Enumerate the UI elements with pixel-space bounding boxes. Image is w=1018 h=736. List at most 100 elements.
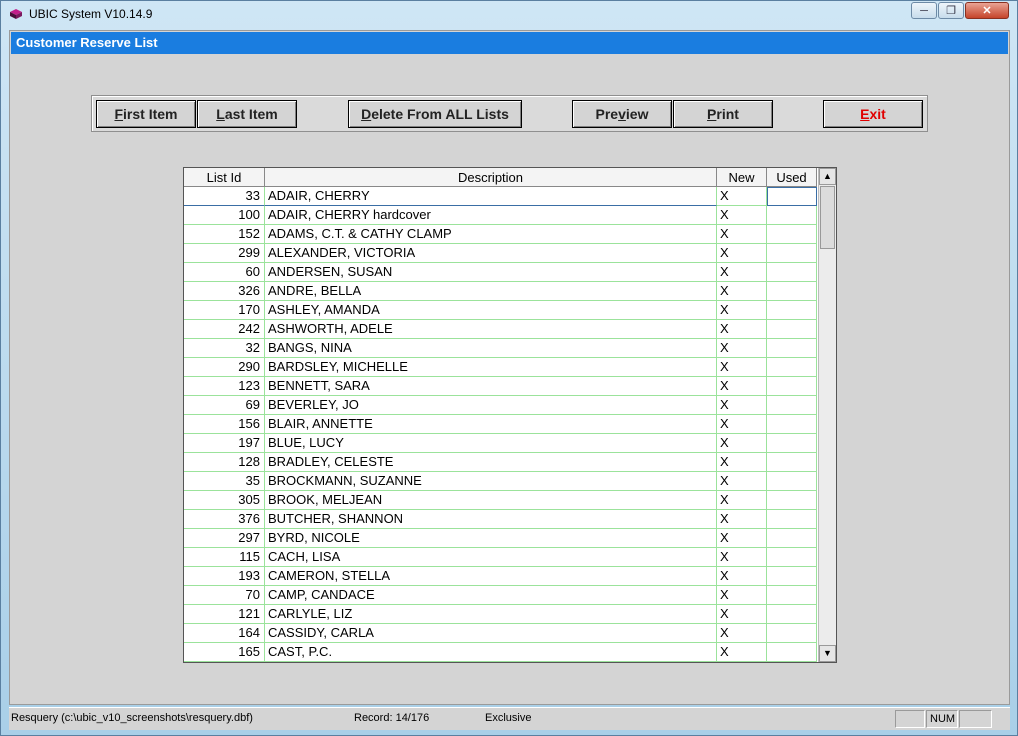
- list-id-cell[interactable]: 69: [184, 396, 265, 415]
- table-row[interactable]: 299 ALEXANDER, VICTORIA X: [184, 244, 817, 263]
- used-cell[interactable]: [767, 244, 817, 263]
- new-cell[interactable]: X: [717, 320, 767, 339]
- used-cell[interactable]: [767, 415, 817, 434]
- used-cell[interactable]: [767, 434, 817, 453]
- vertical-scrollbar[interactable]: ▲ ▼: [818, 168, 836, 662]
- description-cell[interactable]: ADAIR, CHERRY: [265, 187, 717, 206]
- list-id-cell[interactable]: 70: [184, 586, 265, 605]
- description-cell[interactable]: BEVERLEY, JO: [265, 396, 717, 415]
- new-cell[interactable]: X: [717, 301, 767, 320]
- table-row[interactable]: 128 BRADLEY, CELESTE X: [184, 453, 817, 472]
- new-cell[interactable]: X: [717, 187, 767, 206]
- table-row[interactable]: 326 ANDRE, BELLA X: [184, 282, 817, 301]
- table-row[interactable]: 152 ADAMS, C.T. & CATHY CLAMP X: [184, 225, 817, 244]
- column-header-new[interactable]: New: [717, 168, 767, 187]
- table-row[interactable]: 32 BANGS, NINA X: [184, 339, 817, 358]
- description-cell[interactable]: BENNETT, SARA: [265, 377, 717, 396]
- table-row[interactable]: 305 BROOK, MELJEAN X: [184, 491, 817, 510]
- used-cell[interactable]: [767, 586, 817, 605]
- preview-button[interactable]: Preview: [572, 100, 672, 128]
- table-row[interactable]: 123 BENNETT, SARA X: [184, 377, 817, 396]
- description-cell[interactable]: CACH, LISA: [265, 548, 717, 567]
- list-id-cell[interactable]: 297: [184, 529, 265, 548]
- new-cell[interactable]: X: [717, 358, 767, 377]
- new-cell[interactable]: X: [717, 567, 767, 586]
- used-cell[interactable]: [767, 339, 817, 358]
- last-item-button[interactable]: Last Item: [197, 100, 297, 128]
- table-row[interactable]: 197 BLUE, LUCY X: [184, 434, 817, 453]
- description-cell[interactable]: BARDSLEY, MICHELLE: [265, 358, 717, 377]
- description-cell[interactable]: ASHWORTH, ADELE: [265, 320, 717, 339]
- table-row[interactable]: 115 CACH, LISA X: [184, 548, 817, 567]
- new-cell[interactable]: X: [717, 510, 767, 529]
- table-row[interactable]: 164 CASSIDY, CARLA X: [184, 624, 817, 643]
- list-id-cell[interactable]: 32: [184, 339, 265, 358]
- list-id-cell[interactable]: 170: [184, 301, 265, 320]
- list-id-cell[interactable]: 290: [184, 358, 265, 377]
- description-cell[interactable]: BRADLEY, CELESTE: [265, 453, 717, 472]
- list-id-cell[interactable]: 242: [184, 320, 265, 339]
- scroll-down-icon[interactable]: ▼: [819, 645, 836, 662]
- column-header-list-id[interactable]: List Id: [184, 168, 265, 187]
- table-row[interactable]: 193 CAMERON, STELLA X: [184, 567, 817, 586]
- list-id-cell[interactable]: 121: [184, 605, 265, 624]
- used-cell[interactable]: [767, 643, 817, 662]
- description-cell[interactable]: CAMP, CANDACE: [265, 586, 717, 605]
- used-cell[interactable]: [767, 377, 817, 396]
- description-cell[interactable]: ALEXANDER, VICTORIA: [265, 244, 717, 263]
- table-row[interactable]: 165 CAST, P.C. X: [184, 643, 817, 662]
- list-id-cell[interactable]: 123: [184, 377, 265, 396]
- print-button[interactable]: Print: [673, 100, 773, 128]
- new-cell[interactable]: X: [717, 263, 767, 282]
- list-id-cell[interactable]: 33: [184, 187, 265, 206]
- used-cell[interactable]: [767, 320, 817, 339]
- new-cell[interactable]: X: [717, 605, 767, 624]
- delete-from-all-lists-button[interactable]: Delete From ALL Lists: [348, 100, 522, 128]
- description-cell[interactable]: BUTCHER, SHANNON: [265, 510, 717, 529]
- new-cell[interactable]: X: [717, 586, 767, 605]
- first-item-button[interactable]: First Item: [96, 100, 196, 128]
- used-cell[interactable]: [767, 225, 817, 244]
- table-row[interactable]: 156 BLAIR, ANNETTE X: [184, 415, 817, 434]
- new-cell[interactable]: X: [717, 206, 767, 225]
- table-row[interactable]: 121 CARLYLE, LIZ X: [184, 605, 817, 624]
- used-cell[interactable]: [767, 282, 817, 301]
- description-cell[interactable]: BANGS, NINA: [265, 339, 717, 358]
- column-header-used[interactable]: Used: [767, 168, 817, 187]
- restore-icon[interactable]: ❐: [938, 2, 964, 19]
- list-id-cell[interactable]: 164: [184, 624, 265, 643]
- table-row[interactable]: 297 BYRD, NICOLE X: [184, 529, 817, 548]
- used-cell[interactable]: [767, 187, 817, 206]
- new-cell[interactable]: X: [717, 225, 767, 244]
- used-cell[interactable]: [767, 624, 817, 643]
- new-cell[interactable]: X: [717, 548, 767, 567]
- list-id-cell[interactable]: 60: [184, 263, 265, 282]
- reserve-list-grid[interactable]: List Id Description New Used 33 ADAIR, CH…: [183, 167, 837, 663]
- list-id-cell[interactable]: 152: [184, 225, 265, 244]
- table-row[interactable]: 376 BUTCHER, SHANNON X: [184, 510, 817, 529]
- new-cell[interactable]: X: [717, 434, 767, 453]
- used-cell[interactable]: [767, 510, 817, 529]
- list-id-cell[interactable]: 100: [184, 206, 265, 225]
- used-cell[interactable]: [767, 263, 817, 282]
- new-cell[interactable]: X: [717, 282, 767, 301]
- new-cell[interactable]: X: [717, 244, 767, 263]
- books-icon[interactable]: [9, 7, 23, 21]
- list-id-cell[interactable]: 128: [184, 453, 265, 472]
- used-cell[interactable]: [767, 548, 817, 567]
- list-id-cell[interactable]: 376: [184, 510, 265, 529]
- new-cell[interactable]: X: [717, 377, 767, 396]
- description-cell[interactable]: BYRD, NICOLE: [265, 529, 717, 548]
- used-cell[interactable]: [767, 529, 817, 548]
- used-cell[interactable]: [767, 491, 817, 510]
- table-row[interactable]: 60 ANDERSEN, SUSAN X: [184, 263, 817, 282]
- list-id-cell[interactable]: 326: [184, 282, 265, 301]
- exit-button[interactable]: Exit: [823, 100, 923, 128]
- description-cell[interactable]: CAMERON, STELLA: [265, 567, 717, 586]
- table-row[interactable]: 70 CAMP, CANDACE X: [184, 586, 817, 605]
- used-cell[interactable]: [767, 301, 817, 320]
- new-cell[interactable]: X: [717, 453, 767, 472]
- table-row[interactable]: 290 BARDSLEY, MICHELLE X: [184, 358, 817, 377]
- description-cell[interactable]: BROOK, MELJEAN: [265, 491, 717, 510]
- new-cell[interactable]: X: [717, 415, 767, 434]
